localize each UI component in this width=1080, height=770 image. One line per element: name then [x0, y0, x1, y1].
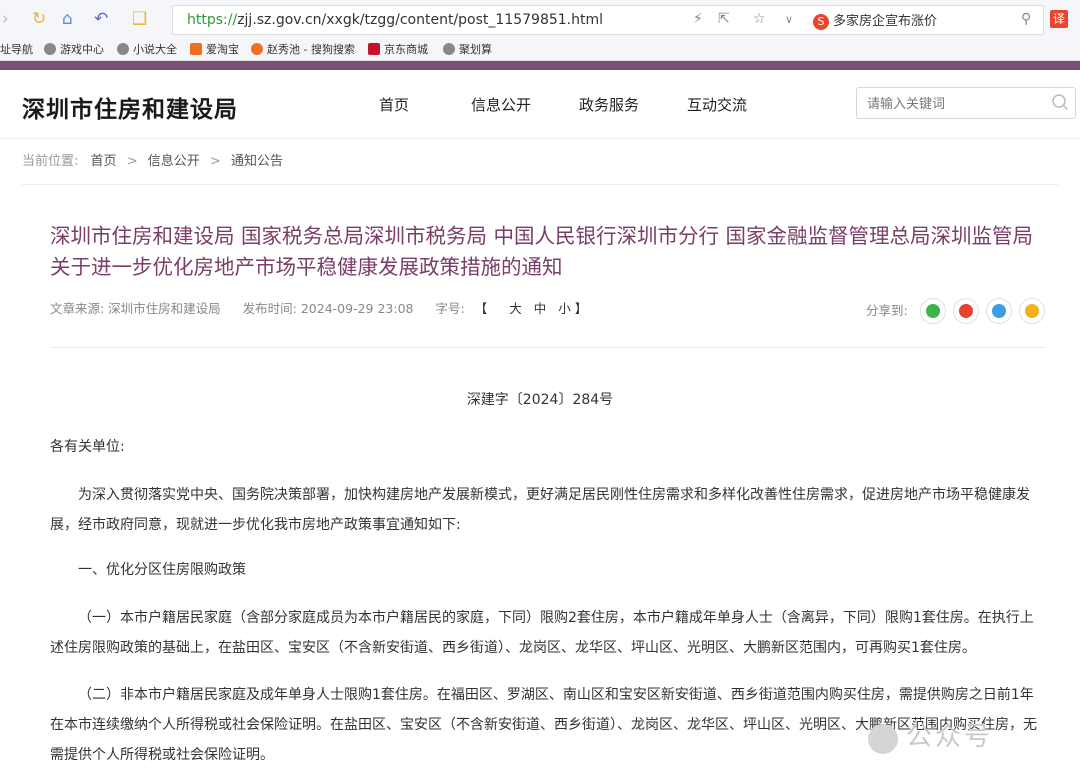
font-size-control: 【 大 中 小】: [475, 301, 610, 316]
breadcrumb-notices[interactable]: 通知公告: [231, 154, 283, 169]
sogou-icon: [251, 43, 263, 55]
bookmark-label: 赵秀池 - 搜狗搜索: [267, 43, 355, 56]
url-text[interactable]: https://zjj.sz.gov.cn/xxgk/tzgg/content/…: [187, 12, 603, 28]
site-header: 深圳市住房和建设局 首页 信息公开 政务服务 互动交流: [0, 70, 1080, 138]
taobao-icon: [190, 43, 202, 55]
wechat-icon: [926, 304, 940, 318]
bracket-close: 】: [574, 301, 592, 316]
share-wechat-button[interactable]: [920, 298, 946, 324]
divider: [50, 347, 1046, 348]
url-field[interactable]: https://zjj.sz.gov.cn/xxgk/tzgg/content/…: [172, 5, 1044, 35]
qzone-star-icon: [1025, 304, 1039, 318]
bracket-open: 【: [474, 301, 492, 316]
star-icon[interactable]: ☆: [753, 11, 766, 27]
globe-icon: [117, 43, 129, 55]
watermark: 公众号: [906, 722, 994, 752]
share-label: 分享到:: [866, 303, 908, 318]
breadcrumb: 当前位置: 首页 > 信息公开 > 通知公告: [22, 150, 283, 169]
breadcrumb-lead: 当前位置:: [22, 154, 79, 169]
salutation: 各有关单位:: [50, 439, 125, 455]
breadcrumb-separator: >: [126, 154, 138, 169]
lightning-icon[interactable]: ⚡: [693, 11, 703, 27]
nav-home[interactable]: 首页: [379, 94, 409, 115]
url-scheme: https://: [187, 12, 238, 28]
weibo-icon: [959, 304, 973, 318]
section-heading: 一、优化分区住房限购政策: [78, 562, 246, 578]
bookmark-item[interactable]: 聚划算: [443, 41, 492, 57]
bookmarks-bar: 址导航 游戏中心 小说大全 爱淘宝 赵秀池 - 搜狗搜索 京东商城 聚划算: [0, 38, 1080, 61]
article-title: 深圳市住房和建设局 国家税务总局深圳市税务局 中国人民银行深圳市分行 国家金融监…: [50, 224, 1034, 279]
policy-item-1: （一）本市户籍居民家庭（含部分家庭成员为本市户籍居民的家庭，下同）限购2套住房，…: [50, 610, 1034, 656]
home-icon[interactable]: ⌂: [62, 9, 73, 29]
translate-button[interactable]: 译: [1050, 10, 1068, 28]
browser-address-bar: › ↻ ⌂ ↶ ❑ https://zjj.sz.gov.cn/xxgk/tzg…: [0, 0, 1080, 39]
share-page-icon[interactable]: ⇱: [718, 11, 730, 27]
globe-icon: [44, 43, 56, 55]
breadcrumb-info-disclosure[interactable]: 信息公开: [148, 154, 200, 169]
bookmark-label: 游戏中心: [60, 43, 104, 56]
article-meta: 文章来源: 深圳市住房和建设局 发布时间: 2024-09-29 23:08 字…: [50, 298, 627, 317]
site-logo[interactable]: 深圳市住房和建设局: [22, 90, 238, 124]
share-qq-button[interactable]: [986, 298, 1012, 324]
search-suggestion[interactable]: S 多家房企宣布涨价: [813, 10, 937, 30]
bookmark-label: 爱淘宝: [206, 43, 239, 56]
wechat-watermark-icon: [868, 724, 898, 754]
nav-government-services[interactable]: 政务服务: [579, 94, 639, 115]
search-icon[interactable]: [1051, 93, 1069, 111]
bookmark-label: 京东商城: [384, 43, 428, 56]
sogou-icon: S: [813, 13, 829, 30]
document-number: 深建字〔2024〕284号: [466, 392, 614, 408]
font-size-label: 字号:: [435, 301, 465, 316]
search-suggestion-text: 多家房企宣布涨价: [833, 14, 938, 29]
chevron-down-icon[interactable]: ∨: [785, 13, 793, 26]
bookmark-label: 小说大全: [133, 43, 177, 56]
globe-icon: [443, 43, 455, 55]
divider: [22, 184, 1058, 185]
font-size-small-button[interactable]: 小: [558, 301, 575, 316]
bookmark-item[interactable]: 小说大全: [117, 41, 177, 57]
article-publish-time: 发布时间: 2024-09-29 23:08: [242, 301, 414, 316]
search-icon[interactable]: ⚲: [1021, 11, 1031, 27]
bookmark-book-icon[interactable]: ❑: [132, 9, 147, 29]
breadcrumb-separator: >: [209, 154, 221, 169]
font-size-large-button[interactable]: 大: [509, 301, 526, 316]
bookmark-label: 聚划算: [459, 43, 492, 56]
bookmark-item[interactable]: 爱淘宝: [190, 41, 239, 57]
undo-icon[interactable]: ↶: [94, 9, 108, 29]
qq-icon: [992, 304, 1006, 318]
bookmark-item[interactable]: 京东商城: [368, 41, 428, 57]
refresh-icon[interactable]: ↻: [32, 9, 46, 29]
bookmark-label: 址导航: [0, 43, 33, 56]
site-search-input[interactable]: [865, 93, 1049, 115]
font-size-medium-button[interactable]: 中: [534, 301, 551, 316]
nav-interaction[interactable]: 互动交流: [687, 94, 747, 115]
intro-paragraph: 为深入贯彻落实党中央、国务院决策部署，加快构建房地产发展新模式，更好满足居民刚性…: [50, 487, 1030, 533]
forward-icon[interactable]: ›: [2, 9, 9, 29]
site-top-strip: [0, 61, 1080, 70]
share-weibo-button[interactable]: [953, 298, 979, 324]
bookmark-item[interactable]: 址导航: [0, 41, 33, 57]
nav-info-disclosure[interactable]: 信息公开: [471, 94, 531, 115]
jd-icon: [368, 43, 380, 55]
breadcrumb-home[interactable]: 首页: [91, 154, 117, 169]
article-source: 文章来源: 深圳市住房和建设局: [50, 301, 221, 316]
url-path: zjj.sz.gov.cn/xxgk/tzgg/content/post_115…: [237, 12, 604, 28]
policy-item-2: （二）非本市户籍居民家庭及成年单身人士限购1套住房。在福田区、罗湖区、南山区和宝…: [50, 687, 1037, 763]
bookmark-item[interactable]: 游戏中心: [44, 41, 104, 57]
share-qzone-button[interactable]: [1019, 298, 1045, 324]
bookmark-item[interactable]: 赵秀池 - 搜狗搜索: [251, 41, 355, 57]
site-search: [856, 87, 1076, 119]
divider: [0, 138, 1080, 139]
